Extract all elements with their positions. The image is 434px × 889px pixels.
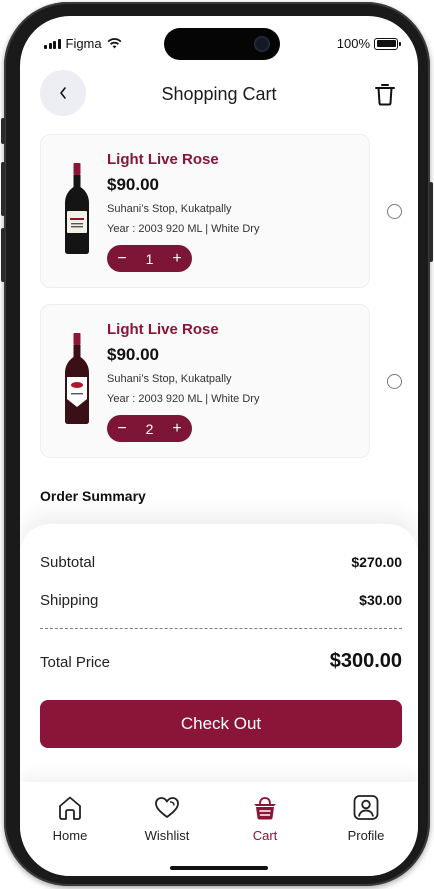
quantity-stepper: − 1 + xyxy=(107,245,192,272)
item-details: Year : 2003 920 ML | White Dry xyxy=(107,393,260,405)
tab-label: Wishlist xyxy=(144,828,190,843)
total-row: Total Price $300.00 xyxy=(40,650,402,673)
screen: Figma 100% Shopping Cart Light Live Rose… xyxy=(20,16,418,876)
cart-item-card: Light Live Rose $90.00 Suhani’s Stop, Ku… xyxy=(40,134,370,288)
quantity-stepper: − 2 + xyxy=(107,415,192,442)
action-button xyxy=(1,118,5,144)
trash-icon[interactable] xyxy=(374,82,396,106)
volume-up-button xyxy=(1,162,5,216)
volume-down-button xyxy=(1,228,5,282)
status-bar-left: Figma xyxy=(44,36,122,51)
bottom-tab-bar: Home Wishlist Cart Profile xyxy=(20,782,418,876)
item-name[interactable]: Light Live Rose xyxy=(107,151,219,168)
item-store: Suhani’s Stop, Kukatpally xyxy=(107,373,232,385)
dynamic-island xyxy=(164,28,280,60)
tab-label: Profile xyxy=(347,828,385,843)
basket-icon xyxy=(254,797,276,820)
order-summary-sheet: Subtotal $270.00 Shipping $30.00 Total P… xyxy=(20,524,418,786)
home-icon xyxy=(59,796,81,820)
subtotal-label: Subtotal xyxy=(40,554,96,571)
quantity-value: 2 xyxy=(145,420,154,437)
page-title: Shopping Cart xyxy=(161,84,277,104)
profile-icon xyxy=(353,795,379,820)
tab-home[interactable]: Home xyxy=(30,794,110,843)
shipping-label: Shipping xyxy=(40,592,99,609)
battery-icon xyxy=(374,37,401,50)
shipping-value: $30.00 xyxy=(359,592,402,608)
tab-cart[interactable]: Cart xyxy=(225,794,305,843)
tab-label: Home xyxy=(52,828,88,843)
power-button xyxy=(429,182,433,262)
select-item-radio[interactable] xyxy=(387,374,402,389)
carrier-label: Figma xyxy=(65,36,102,51)
quantity-value: 1 xyxy=(145,250,154,267)
item-store: Suhani’s Stop, Kukatpally xyxy=(107,203,232,215)
wifi-icon xyxy=(107,38,122,49)
tab-profile[interactable]: Profile xyxy=(326,794,406,843)
subtotal-row: Subtotal $270.00 xyxy=(40,554,402,571)
heart-icon xyxy=(155,797,179,818)
wine-bottle-image xyxy=(65,333,89,424)
total-label: Total Price xyxy=(40,654,111,671)
camera-icon xyxy=(254,36,270,52)
cart-item-card: Light Live Rose $90.00 Suhani’s Stop, Ku… xyxy=(40,304,370,458)
total-value: $300.00 xyxy=(329,650,402,672)
phone-frame: Figma 100% Shopping Cart Light Live Rose… xyxy=(1,2,433,886)
item-details: Year : 2003 920 ML | White Dry xyxy=(107,223,260,235)
status-bar-right: 100% xyxy=(336,36,401,51)
increase-quantity-button[interactable]: + xyxy=(170,250,184,267)
home-indicator xyxy=(170,866,268,870)
signal-icon xyxy=(44,38,61,49)
tab-label: Cart xyxy=(252,828,278,843)
tab-wishlist[interactable]: Wishlist xyxy=(127,794,207,843)
item-price: $90.00 xyxy=(107,345,159,364)
shipping-row: Shipping $30.00 xyxy=(40,592,402,609)
order-summary-title: Order Summary xyxy=(40,488,146,504)
subtotal-value: $270.00 xyxy=(351,554,402,570)
wine-bottle-image xyxy=(65,163,89,254)
select-item-radio[interactable] xyxy=(387,204,402,219)
decrease-quantity-button[interactable]: − xyxy=(115,420,129,437)
item-price: $90.00 xyxy=(107,175,159,194)
checkout-button[interactable]: Check Out xyxy=(40,700,402,748)
item-name[interactable]: Light Live Rose xyxy=(107,321,219,338)
increase-quantity-button[interactable]: + xyxy=(170,420,184,437)
battery-percent: 100% xyxy=(336,36,370,51)
decrease-quantity-button[interactable]: − xyxy=(115,250,129,267)
summary-divider xyxy=(40,628,402,629)
